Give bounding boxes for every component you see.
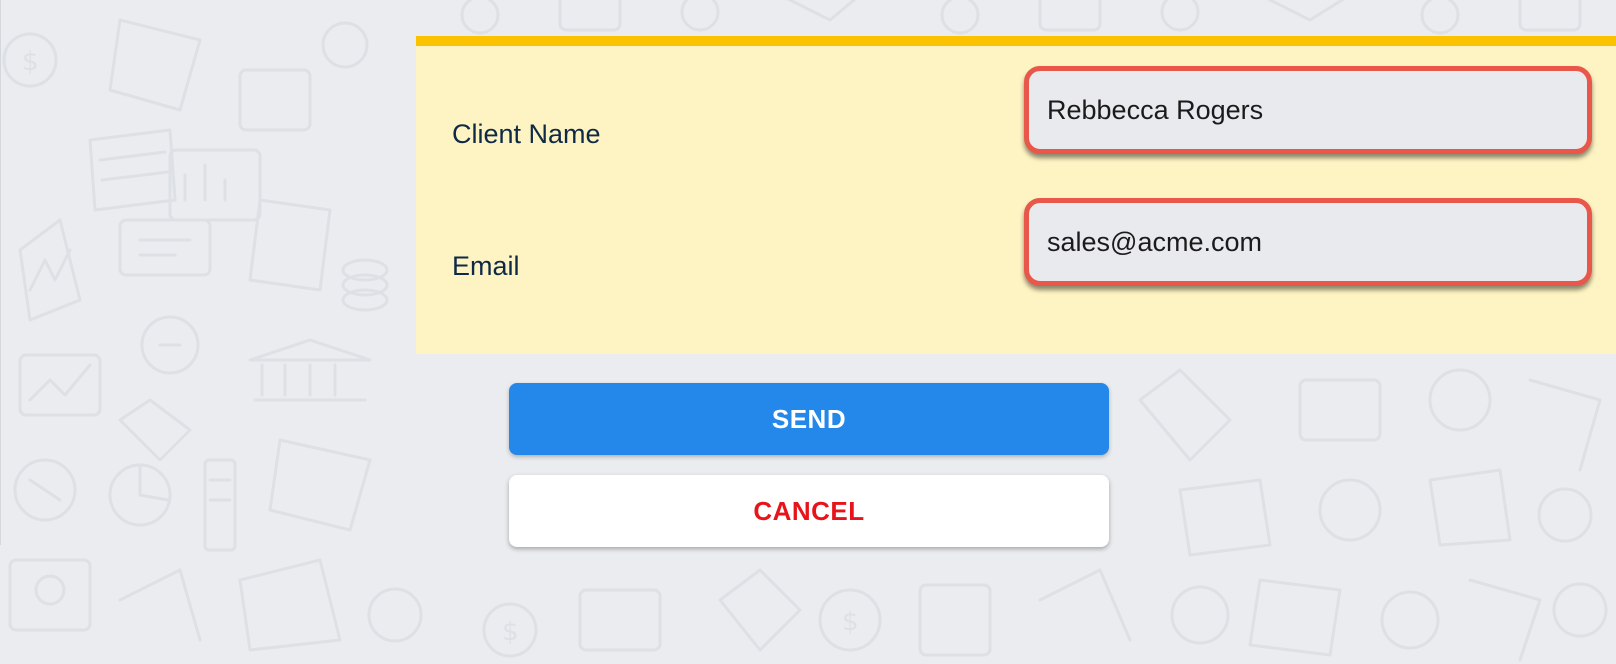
- client-name-input[interactable]: [1024, 66, 1592, 154]
- client-name-label: Client Name: [452, 119, 601, 149]
- cancel-button[interactable]: CANCEL: [509, 475, 1109, 547]
- svg-text:$: $: [842, 607, 859, 637]
- email-input[interactable]: [1024, 198, 1592, 286]
- svg-text:$: $: [502, 617, 519, 647]
- send-button[interactable]: SEND: [509, 383, 1109, 455]
- svg-text:$: $: [22, 47, 39, 77]
- left-edge-divider: [0, 0, 1, 545]
- email-label: Email: [452, 251, 520, 281]
- client-form-panel: Client Name Email: [416, 36, 1616, 354]
